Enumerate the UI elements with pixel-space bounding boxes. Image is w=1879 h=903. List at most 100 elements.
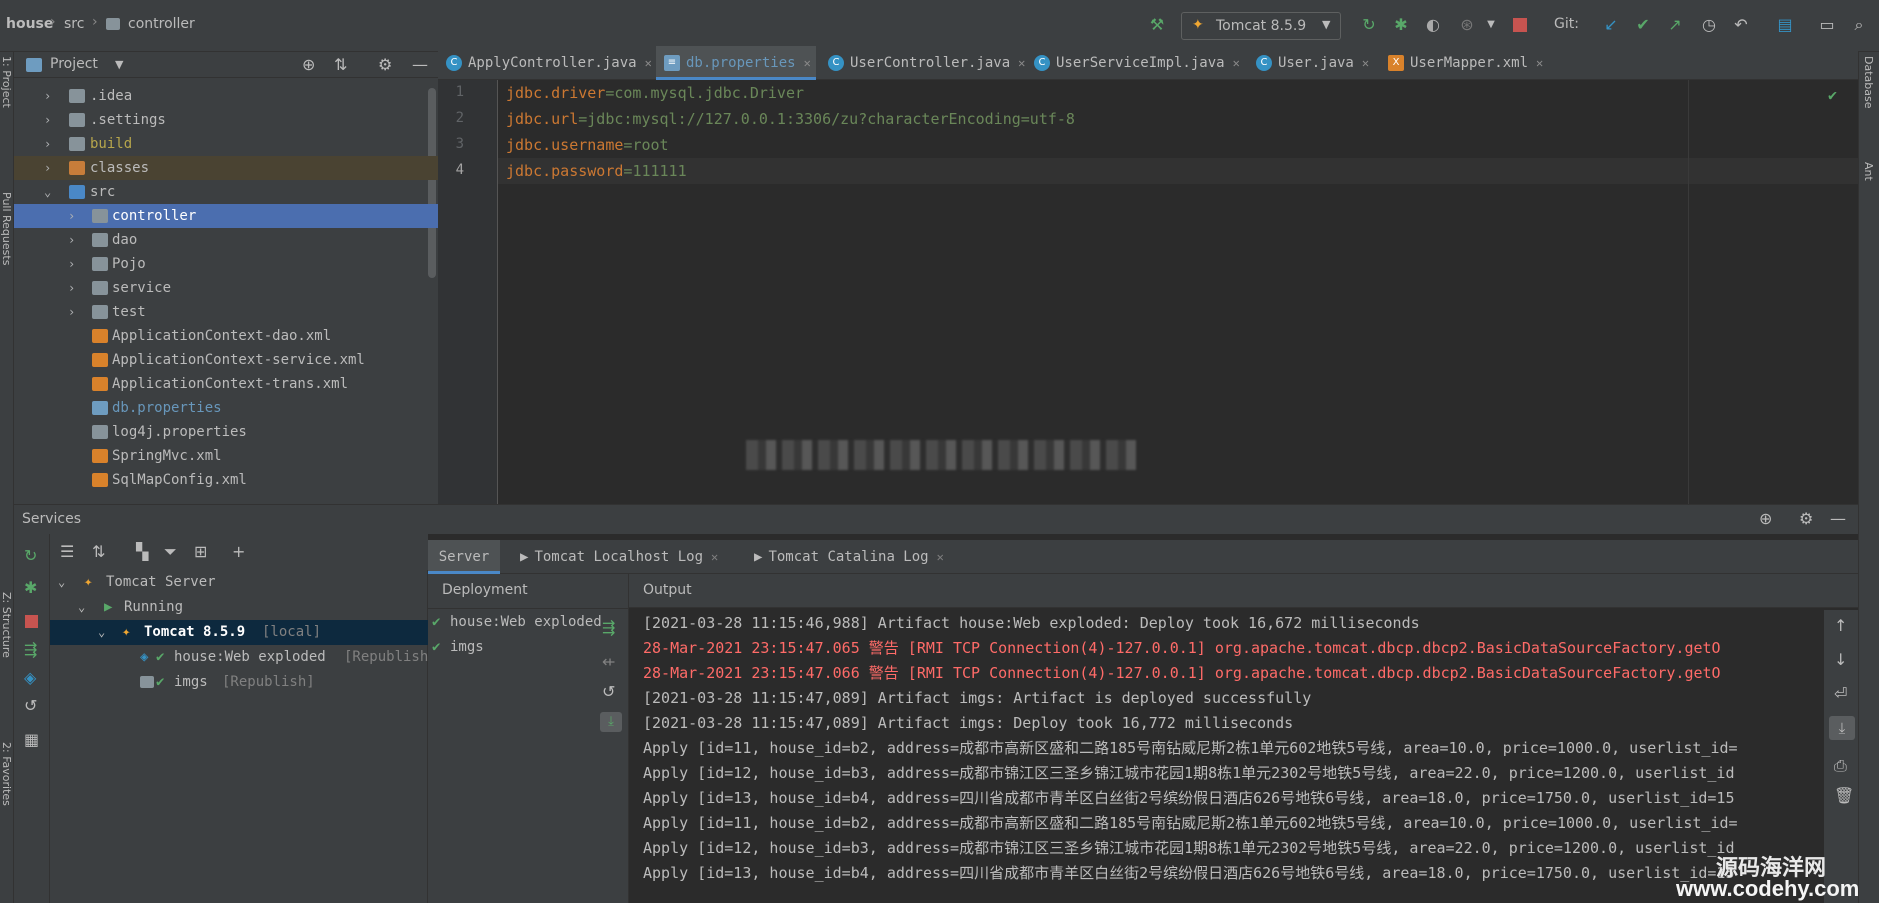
new-tab-icon[interactable]: ⊞	[194, 542, 207, 561]
close-icon[interactable]: ✕	[1018, 56, 1025, 70]
arrow-down-icon[interactable]: ↓	[1834, 650, 1847, 669]
deploy-icon[interactable]: ⇶	[24, 640, 37, 659]
deploy-icon[interactable]: ⇶	[602, 618, 615, 637]
locate-icon[interactable]: ⊕	[1759, 509, 1772, 528]
git-push-icon[interactable]: ↗	[1664, 14, 1686, 36]
gear-icon[interactable]: ⚙	[1799, 509, 1813, 528]
tree-item-file[interactable]: SqlMapConfig.xml	[14, 468, 438, 492]
service-node-artifact[interactable]: ✔ imgs [Republish]	[50, 670, 428, 695]
minimize-icon[interactable]: —	[412, 55, 428, 74]
deployment-item[interactable]: ✔ imgs	[428, 635, 588, 660]
close-icon[interactable]: ✕	[1233, 56, 1240, 70]
collapse-all-icon[interactable]: ⇅	[334, 55, 347, 74]
tree-item-settings[interactable]: › .settings	[14, 108, 438, 132]
chevron-right-icon[interactable]: ›	[44, 84, 56, 108]
tree-item-file[interactable]: db.properties	[14, 396, 438, 420]
refresh-icon[interactable]: ↺	[602, 682, 615, 701]
tree-item-file[interactable]: log4j.properties	[14, 420, 438, 444]
service-node-artifact[interactable]: ◈ ✔ house:Web exploded [Republish]	[50, 645, 437, 670]
chevron-down-icon[interactable]: ▼	[115, 58, 123, 71]
locate-icon[interactable]: ⊕	[302, 55, 315, 74]
pull-requests-tool-tab[interactable]: Pull Requests	[0, 192, 13, 265]
code-line[interactable]: jdbc.url=jdbc:mysql://127.0.0.1:3306/zu?…	[498, 106, 1858, 132]
chevron-right-icon[interactable]: ›	[68, 252, 80, 276]
structure-tool-tab[interactable]: Z: Structure	[0, 592, 13, 658]
close-icon[interactable]: ✕	[1536, 56, 1543, 70]
project-panel-title[interactable]: Project	[50, 56, 98, 72]
service-node-server[interactable]: ⌄ ✦ Tomcat Server	[50, 570, 428, 595]
tree-item-file[interactable]: ApplicationContext-service.xml	[14, 348, 438, 372]
chevron-right-icon[interactable]: ›	[68, 300, 80, 324]
chevron-down-icon[interactable]: ⌄	[58, 570, 65, 595]
close-icon[interactable]: ✕	[711, 550, 718, 564]
tree-item-idea[interactable]: › .idea	[14, 84, 438, 108]
tab-user-java[interactable]: C User.java ✕	[1256, 46, 1369, 80]
tab-user-controller[interactable]: C UserController.java ✕	[828, 46, 1025, 80]
tree-item-build[interactable]: › build	[14, 132, 438, 156]
code-line-current[interactable]: jdbc.password=111111	[498, 158, 1858, 184]
tab-tomcat-catalina-log[interactable]: ▶ Tomcat Catalina Log ✕	[754, 540, 944, 574]
profile-icon[interactable]: ⊛	[1456, 14, 1478, 36]
gear-icon[interactable]: ⚙	[378, 55, 392, 74]
breadcrumb-project[interactable]: house	[6, 16, 53, 32]
expand-all-icon[interactable]: ☰	[60, 542, 74, 561]
chevron-right-icon[interactable]: ›	[68, 228, 80, 252]
search-icon[interactable]: ⌕	[1848, 14, 1870, 36]
database-tool-tab[interactable]: Database	[1862, 56, 1875, 109]
stop-icon[interactable]	[25, 615, 38, 628]
rerun-icon[interactable]: ↻	[24, 546, 37, 565]
collapse-all-icon[interactable]: ⇅	[92, 542, 105, 561]
chevron-down-icon[interactable]: ⌄	[44, 180, 56, 204]
refresh-icon[interactable]: ↺	[24, 696, 37, 715]
favorites-tool-tab[interactable]: 2: Favorites	[0, 742, 13, 806]
tab-user-mapper-xml[interactable]: X UserMapper.xml ✕	[1388, 46, 1543, 80]
artifact-icon[interactable]: ◈	[24, 668, 36, 687]
service-node-status[interactable]: ⌄ ▶ Running	[50, 595, 428, 620]
tree-item-file[interactable]: SpringMvc.xml	[14, 444, 438, 468]
tree-item-pojo[interactable]: › Pojo	[14, 252, 438, 276]
close-icon[interactable]: ✕	[937, 550, 944, 564]
deploy-all-icon[interactable]: ⤓	[600, 712, 622, 732]
minimize-icon[interactable]: —	[1830, 509, 1846, 528]
print-icon[interactable]: ⎙	[1834, 756, 1847, 776]
tab-user-service-impl[interactable]: C UserServiceImpl.java ✕	[1034, 46, 1240, 80]
arrow-up-icon[interactable]: ↑	[1834, 616, 1847, 635]
stop-icon[interactable]	[1513, 18, 1527, 32]
deployment-item[interactable]: ✔ house:Web exploded	[428, 610, 602, 635]
code-line[interactable]: jdbc.driver=com.mysql.jdbc.Driver	[498, 80, 1858, 106]
debug-icon[interactable]: ✱	[24, 578, 37, 597]
rerun-icon[interactable]: ↻	[1358, 14, 1380, 36]
tree-item-src[interactable]: ⌄ src	[14, 180, 438, 204]
chevron-right-icon[interactable]: ›	[44, 132, 56, 156]
close-icon[interactable]: ✕	[645, 56, 652, 70]
scroll-to-end-icon[interactable]: ⤓	[1829, 716, 1855, 740]
add-service-icon[interactable]: +	[232, 542, 245, 561]
filter-icon[interactable]: ⏷	[164, 542, 177, 562]
tree-item-file[interactable]: ApplicationContext-dao.xml	[14, 324, 438, 348]
debug-icon[interactable]: ✱	[1390, 14, 1412, 36]
presentation-icon[interactable]: ▭	[1816, 14, 1838, 36]
project-tool-tab[interactable]: 1: Project	[0, 56, 13, 108]
git-commit-icon[interactable]: ✔	[1632, 14, 1654, 36]
chevron-right-icon[interactable]: ›	[68, 204, 80, 228]
chevron-right-icon[interactable]: ›	[44, 156, 56, 180]
build-hammer-icon[interactable]: ⚒	[1146, 14, 1168, 36]
breadcrumb-folder[interactable]: src	[64, 16, 84, 32]
code-editor[interactable]: jdbc.driver=com.mysql.jdbc.Driver jdbc.u…	[498, 80, 1858, 504]
layout-icon[interactable]: ▦	[24, 730, 39, 749]
trash-icon[interactable]: 🗑	[1834, 786, 1854, 805]
git-update-icon[interactable]: ↙	[1600, 14, 1622, 36]
rollback-icon[interactable]: ↶	[1730, 14, 1752, 36]
undeploy-icon[interactable]: ⇷	[602, 652, 615, 671]
tree-item-test[interactable]: › test	[14, 300, 438, 324]
soft-wrap-icon[interactable]: ⏎	[1834, 684, 1847, 703]
chevron-down-icon[interactable]: ⌄	[98, 620, 105, 645]
tab-db-properties[interactable]: ≡ db.properties ✕	[656, 46, 816, 80]
tree-item-controller[interactable]: › controller	[14, 204, 438, 228]
breadcrumb-package[interactable]: controller	[128, 16, 195, 32]
service-node-instance[interactable]: ⌄ ✦ Tomcat 8.5.9 [local]	[50, 620, 428, 645]
code-line[interactable]: jdbc.username=root	[498, 132, 1858, 158]
tab-apply-controller[interactable]: C ApplyController.java ✕	[446, 46, 652, 80]
tree-item-classes[interactable]: › classes	[14, 156, 438, 180]
group-by-icon[interactable]: ▚	[136, 542, 148, 561]
